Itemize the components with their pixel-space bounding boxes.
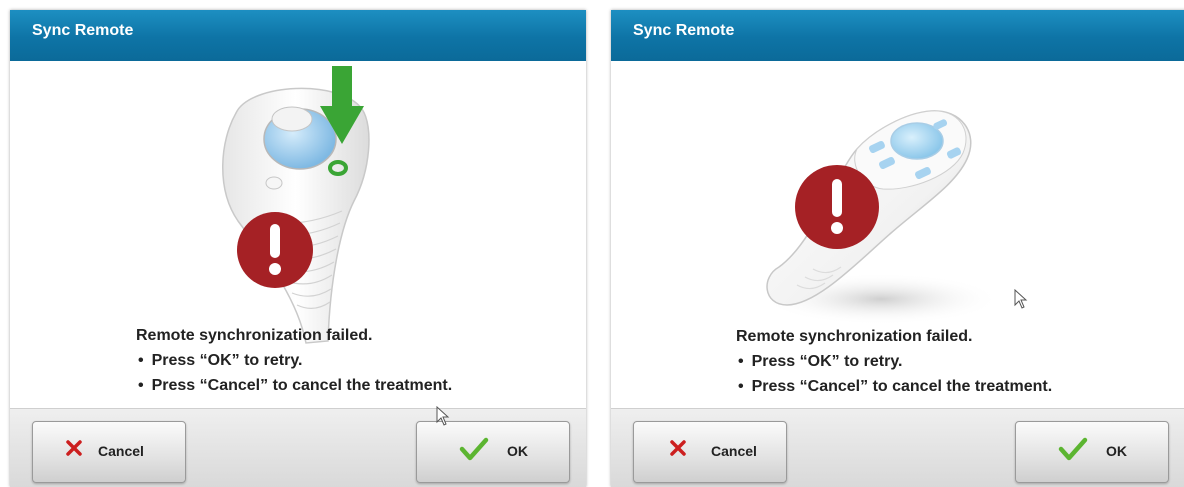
ok-button[interactable]: OK (416, 421, 570, 483)
bullet-cancel: • Press “Cancel” to cancel the treatment. (738, 378, 1053, 395)
x-icon (670, 440, 686, 456)
bullet-retry: • Press “OK” to retry. (738, 353, 903, 370)
ok-label: OK (1106, 443, 1127, 459)
dialog-title: Sync Remote (633, 22, 735, 39)
dialog-title-bar: Sync Remote (10, 10, 586, 61)
cancel-button[interactable]: Cancel (32, 421, 186, 483)
message-heading: Remote synchronization failed. (136, 327, 373, 344)
sync-remote-dialog-2: Sync Remote Remote synchronization faile… (611, 10, 1184, 487)
exclamation-circle-icon (237, 212, 313, 288)
dialog-body: Remote synchronization failed. • Press “O… (10, 61, 586, 408)
exclamation-circle-icon (795, 165, 879, 249)
x-icon (66, 440, 82, 456)
dialog-body: Remote synchronization failed. • Press “O… (611, 61, 1184, 408)
ok-label: OK (507, 443, 528, 459)
cancel-label: Cancel (711, 443, 757, 459)
ok-button[interactable]: OK (1015, 421, 1169, 483)
checkmark-icon (1058, 437, 1088, 461)
dialog-footer: Cancel OK (611, 408, 1184, 487)
message-heading: Remote synchronization failed. (736, 328, 973, 345)
checkmark-icon (459, 437, 489, 461)
bullet-retry: • Press “OK” to retry. (138, 352, 303, 369)
cancel-label: Cancel (98, 443, 144, 459)
sync-remote-dialog-1: Sync Remote Remote synchronization faile… (10, 10, 586, 487)
dialog-title: Sync Remote (32, 22, 134, 39)
dialog-footer: Cancel OK (10, 408, 586, 487)
mouse-pointer-icon (1014, 289, 1028, 309)
mouse-pointer-icon (436, 406, 450, 426)
arrow-down-icon (320, 66, 364, 144)
dialog-title-bar: Sync Remote (611, 10, 1184, 61)
cancel-button[interactable]: Cancel (633, 421, 787, 483)
bullet-cancel: • Press “Cancel” to cancel the treatment. (138, 377, 453, 394)
